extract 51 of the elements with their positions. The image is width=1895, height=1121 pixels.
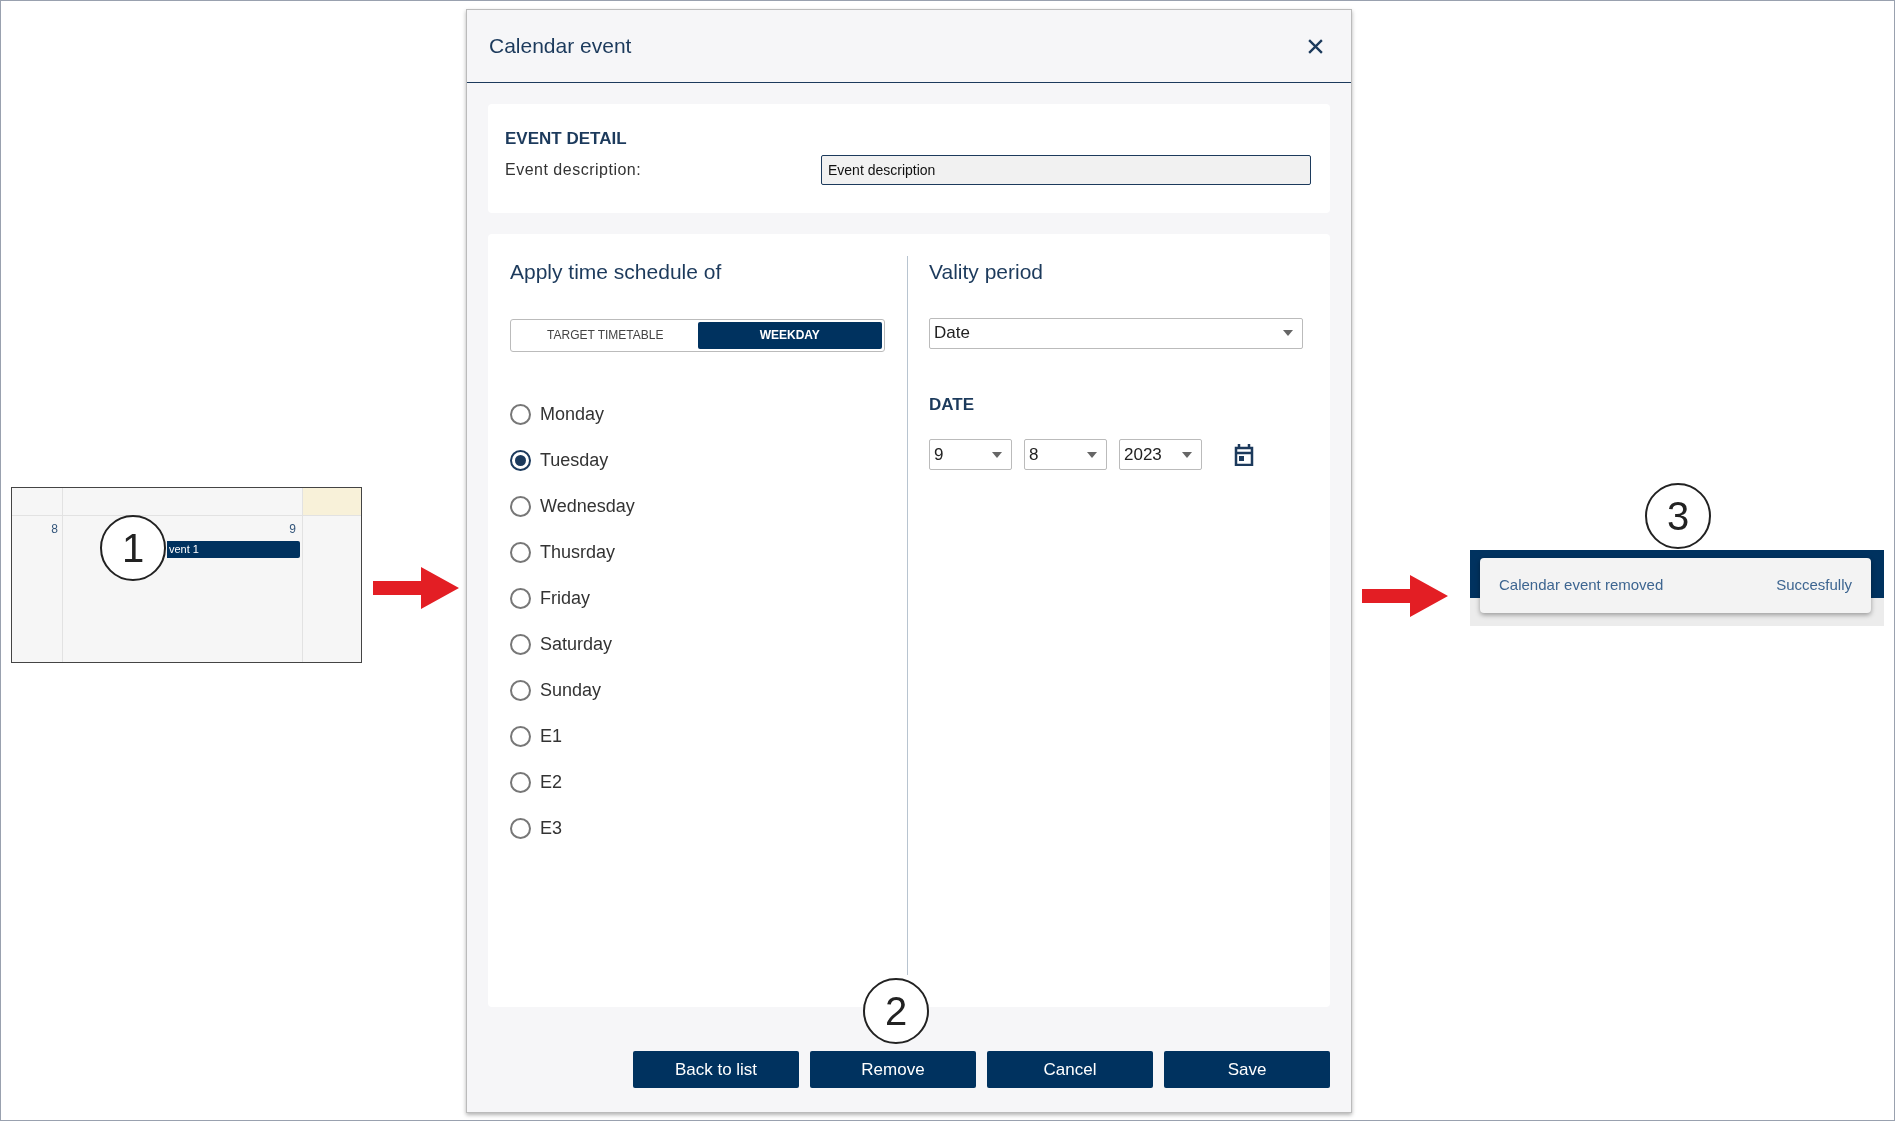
radio-label[interactable]: Wednesday [540,493,635,520]
radio-button[interactable] [510,450,531,471]
radio-button[interactable] [510,496,531,517]
dialog-title: Calendar event [489,33,632,60]
day-number: 9 [289,521,296,538]
section-heading: DATE [929,393,975,416]
radio-label[interactable]: E3 [540,815,563,842]
radio-button[interactable] [510,818,531,839]
radio-label[interactable]: Thusrday [540,539,616,566]
dropdown[interactable]: 2023 [1119,439,1202,470]
radio-label[interactable]: Tuesday [540,447,609,474]
radio-button[interactable] [510,726,531,747]
dialog-button[interactable]: Back to list [633,1051,799,1088]
radio-label[interactable]: Friday [540,585,590,612]
input-field[interactable]: Event description [821,154,1311,185]
calendar-cell [303,488,361,516]
radio-label[interactable]: E1 [540,723,563,750]
section-heading: Vality period [929,259,1044,285]
toggle-tab[interactable]: WEEKDAY [697,321,882,349]
callout-number: 3 [1645,483,1711,549]
dropdown[interactable]: 9 [929,439,1012,470]
radio-label[interactable]: Monday [540,401,605,428]
radio-button[interactable] [510,588,531,609]
radio-button[interactable] [510,680,531,701]
dropdown[interactable]: 8 [1024,439,1107,470]
toast-status: Succesfully [1776,575,1852,596]
radio-button[interactable] [510,542,531,563]
radio-label[interactable]: E2 [540,769,563,796]
dialog-button[interactable]: Cancel [987,1051,1153,1088]
radio-button[interactable] [510,772,531,793]
caret-icon [1283,330,1293,336]
caret-icon [1087,451,1097,458]
section-heading: Apply time schedule of [510,259,723,285]
dialog-button[interactable]: Save [1164,1051,1330,1088]
radio-label[interactable]: Saturday [540,631,613,658]
field-label: Event description: [505,159,643,180]
arrow-icon [373,567,459,609]
calendar-event[interactable]: vent 1 [167,541,300,558]
close-icon[interactable] [1307,37,1324,55]
dialog-button[interactable]: Remove [810,1051,976,1088]
caret-icon [1182,451,1192,458]
radio-button[interactable] [510,634,531,655]
radio-label[interactable]: Sunday [540,677,602,704]
calendar-icon[interactable] [1234,443,1254,466]
section-heading: EVENT DETAIL [505,128,628,150]
arrow-icon [1362,575,1448,617]
dropdown[interactable]: Date [929,317,1303,349]
radio-button[interactable] [510,404,531,425]
toast-message: Calendar event removed [1499,575,1664,596]
day-number: 8 [51,521,58,538]
caret-icon [992,451,1002,458]
